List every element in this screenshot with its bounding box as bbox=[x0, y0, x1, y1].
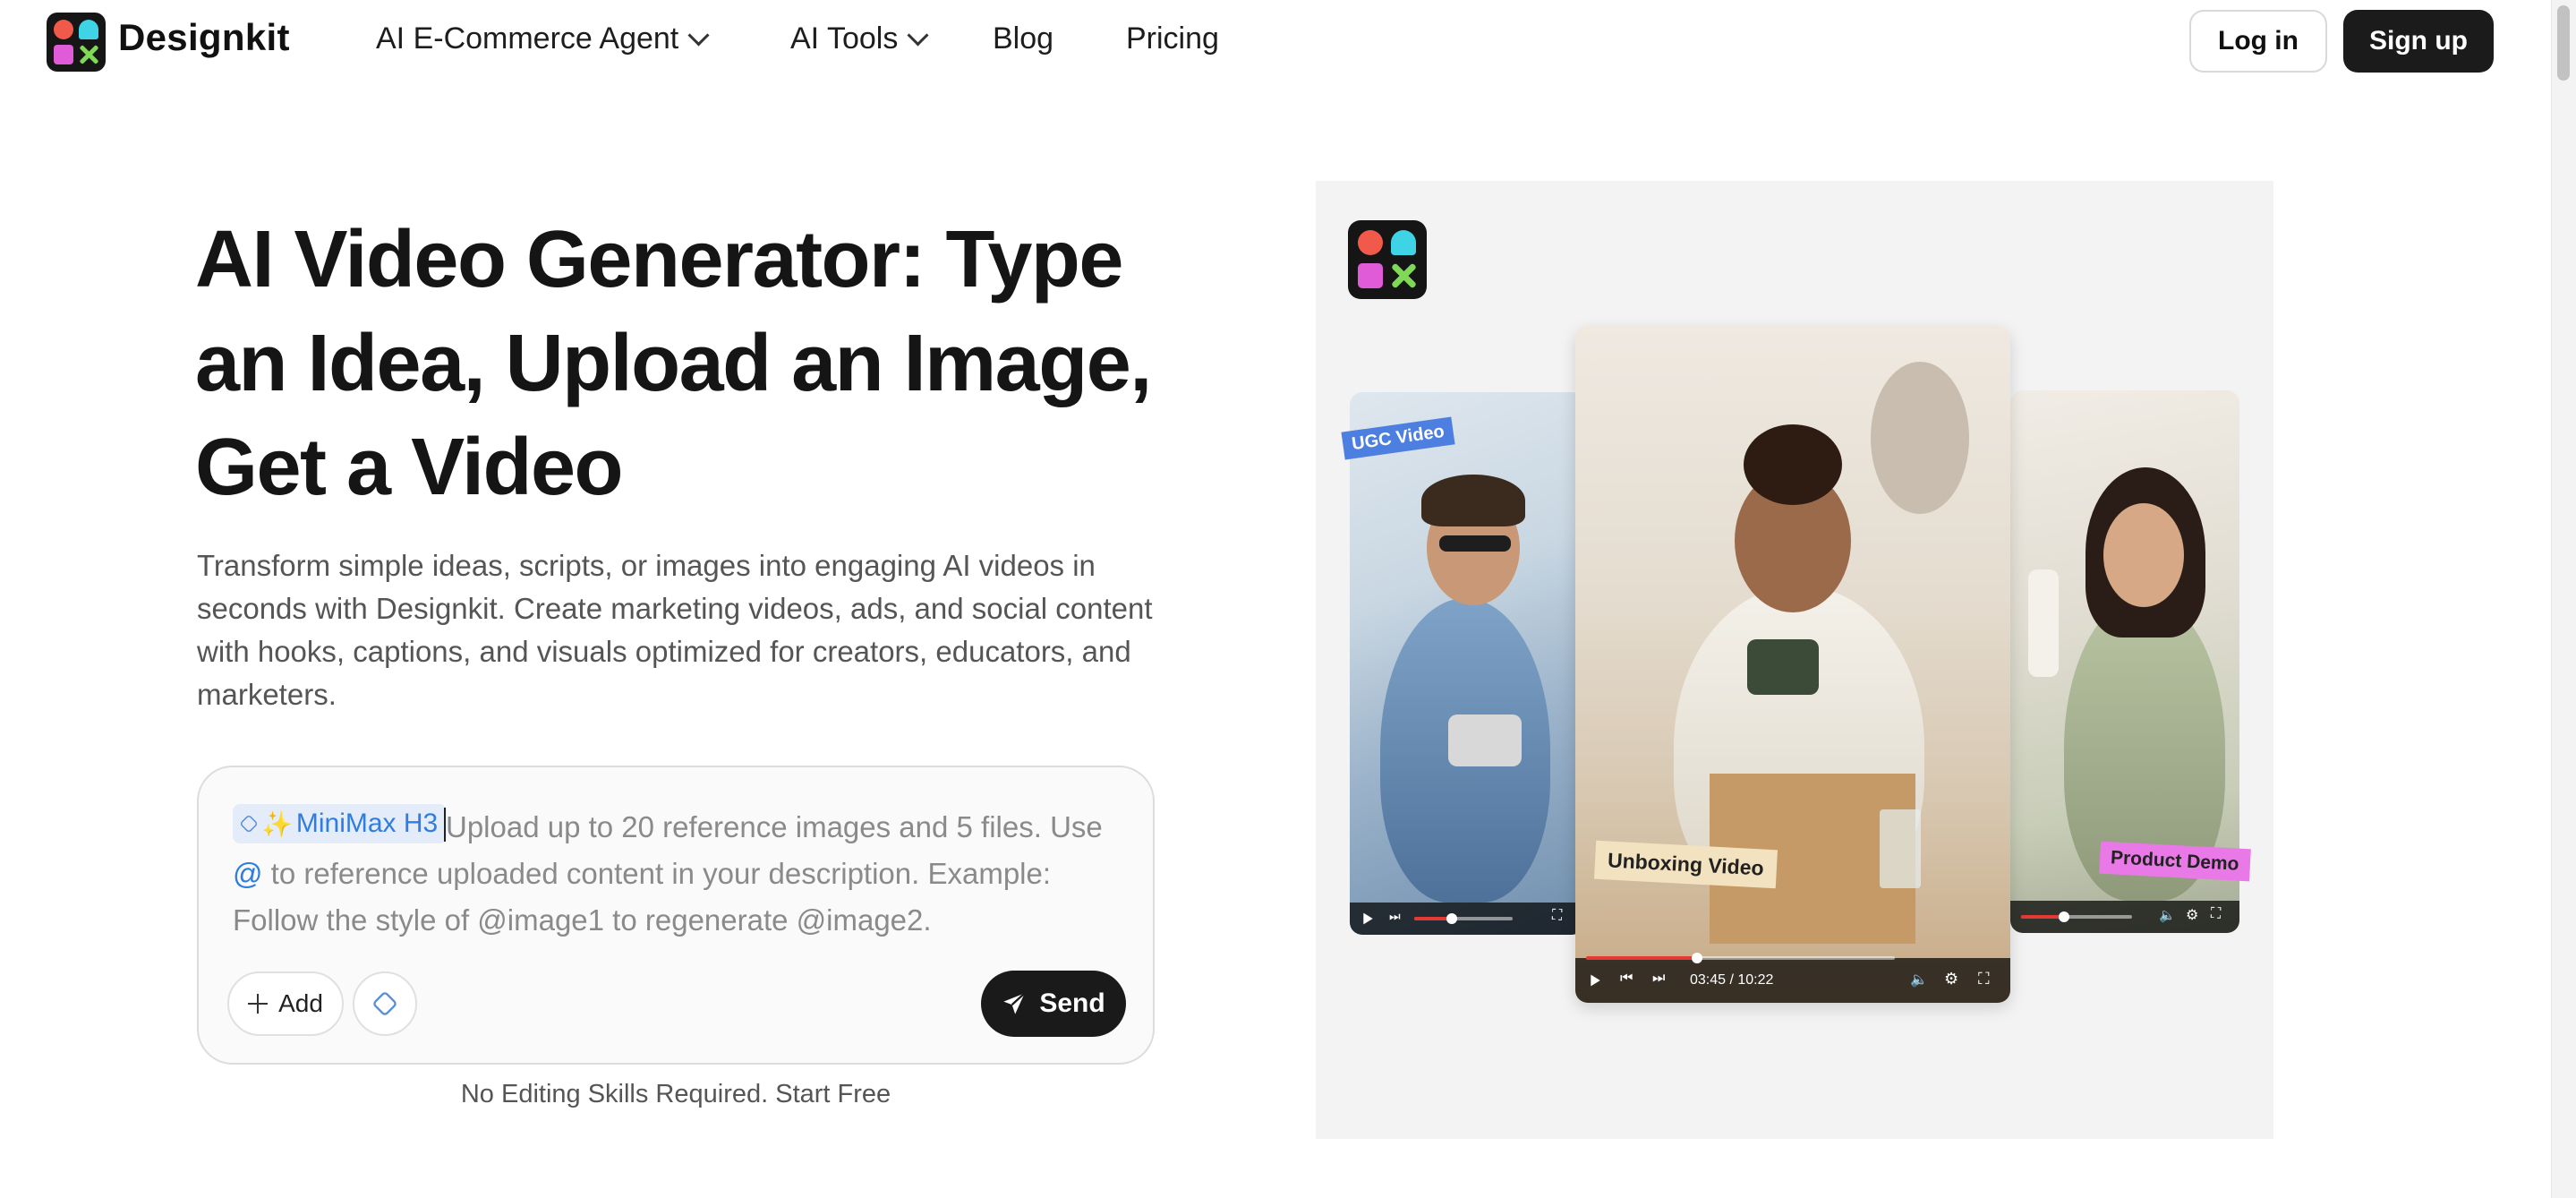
fullscreen-icon[interactable]: ⛶ bbox=[2211, 906, 2221, 922]
skip-forward-icon[interactable]: ⏭ bbox=[1652, 971, 1665, 987]
add-button-label: Add bbox=[278, 989, 323, 1017]
cube-icon bbox=[239, 814, 259, 834]
login-button[interactable]: Log in bbox=[2189, 10, 2327, 73]
fullscreen-icon[interactable]: ⛶ bbox=[1552, 908, 1562, 924]
progress-fill bbox=[1586, 956, 1698, 960]
hero-description: Transform simple ideas, scripts, or imag… bbox=[197, 549, 1153, 711]
progress-knob[interactable] bbox=[1446, 913, 1457, 924]
prompt-placeholder-part1: Upload up to 20 reference images and 5 f… bbox=[446, 810, 1103, 843]
nav-item-ai-ecommerce-agent[interactable]: AI E-Commerce Agent bbox=[376, 21, 710, 56]
video-controls[interactable]: ⏭ ⛶ bbox=[1350, 903, 1584, 935]
send-button[interactable]: Send bbox=[981, 971, 1126, 1037]
glass-cup bbox=[1880, 809, 1921, 888]
rewind-icon[interactable]: ⏮ bbox=[1620, 971, 1633, 987]
progress-knob[interactable] bbox=[2059, 911, 2069, 922]
fullscreen-icon[interactable]: ⛶ bbox=[1978, 970, 1990, 988]
hair bbox=[1421, 475, 1525, 526]
wall-decor bbox=[1871, 362, 1969, 514]
scrollbar-thumb[interactable] bbox=[2557, 5, 2570, 81]
hero-title: AI Video Generator: Type an Idea, Upload… bbox=[195, 215, 1152, 512]
product-bottle bbox=[2028, 569, 2059, 677]
text-caret bbox=[444, 808, 446, 842]
nav-item-ai-tools[interactable]: AI Tools bbox=[790, 21, 929, 56]
model-chip-label: MiniMax H3 bbox=[295, 809, 439, 838]
at-mention-symbol: @ bbox=[233, 857, 263, 890]
video-controls[interactable]: ⏮ ⏭ 03:45 / 10:22 🔈 ⚙ ⛶ bbox=[1575, 953, 2010, 1003]
prompt-placeholder-part2: to reference uploaded content in your de… bbox=[233, 857, 1052, 937]
send-button-label: Send bbox=[1039, 988, 1105, 1018]
nav-item-label: Pricing bbox=[1126, 21, 1219, 56]
chevron-down-icon bbox=[687, 24, 710, 47]
nav-item-label: AI E-Commerce Agent bbox=[376, 21, 679, 56]
page-scrollbar[interactable] bbox=[2551, 0, 2576, 1198]
video-controls[interactable]: 🔈 ⚙ ⛶ bbox=[2010, 901, 2239, 933]
progress-fill bbox=[2021, 915, 2064, 919]
play-icon[interactable] bbox=[1591, 974, 1600, 987]
top-nav: Designkit AI E-Commerce Agent AI Tools B… bbox=[0, 0, 2576, 86]
ugc-video-card[interactable]: ⏭ ⛶ bbox=[1350, 392, 1584, 935]
model-select-button[interactable] bbox=[353, 971, 417, 1036]
unboxing-video-card[interactable]: ⏮ ⏭ 03:45 / 10:22 🔈 ⚙ ⛶ bbox=[1575, 326, 2010, 1003]
drone-device bbox=[1448, 715, 1522, 766]
sunglasses bbox=[1439, 535, 1511, 552]
volume-icon[interactable]: 🔈 bbox=[2159, 907, 2176, 923]
product-jar bbox=[1747, 639, 1819, 695]
nav-item-label: AI Tools bbox=[790, 21, 899, 56]
settings-gear-icon[interactable]: ⚙ bbox=[1944, 970, 1958, 988]
brand-name[interactable]: Designkit bbox=[118, 16, 290, 59]
cube-icon bbox=[371, 990, 398, 1017]
plus-icon bbox=[248, 994, 269, 1014]
progress-knob[interactable] bbox=[1692, 953, 1703, 963]
face bbox=[2103, 503, 2184, 607]
sub-note: No Editing Skills Required. Start Free bbox=[460, 1080, 891, 1108]
play-icon[interactable] bbox=[1363, 912, 1373, 925]
signup-button[interactable]: Sign up bbox=[2343, 10, 2494, 73]
volume-icon[interactable]: 🔈 bbox=[1910, 971, 1928, 988]
send-icon bbox=[1003, 992, 1026, 1014]
chevron-down-icon bbox=[907, 24, 929, 47]
nav-item-blog[interactable]: Blog bbox=[993, 21, 1053, 56]
add-button[interactable]: Add bbox=[227, 971, 344, 1036]
model-chip[interactable]: ✨ MiniMax H3 bbox=[233, 804, 448, 843]
skip-forward-icon[interactable]: ⏭ bbox=[1389, 909, 1401, 924]
designkit-logo-icon bbox=[1348, 220, 1427, 299]
sparkle-icon: ✨ bbox=[261, 809, 293, 838]
video-time: 03:45 / 10:22 bbox=[1690, 972, 1774, 988]
settings-gear-icon[interactable]: ⚙ bbox=[2186, 906, 2198, 924]
hair-bun bbox=[1744, 424, 1842, 505]
nav-item-label: Blog bbox=[993, 21, 1054, 56]
designkit-logo-icon[interactable] bbox=[47, 13, 106, 72]
nav-item-pricing[interactable]: Pricing bbox=[1126, 21, 1219, 56]
